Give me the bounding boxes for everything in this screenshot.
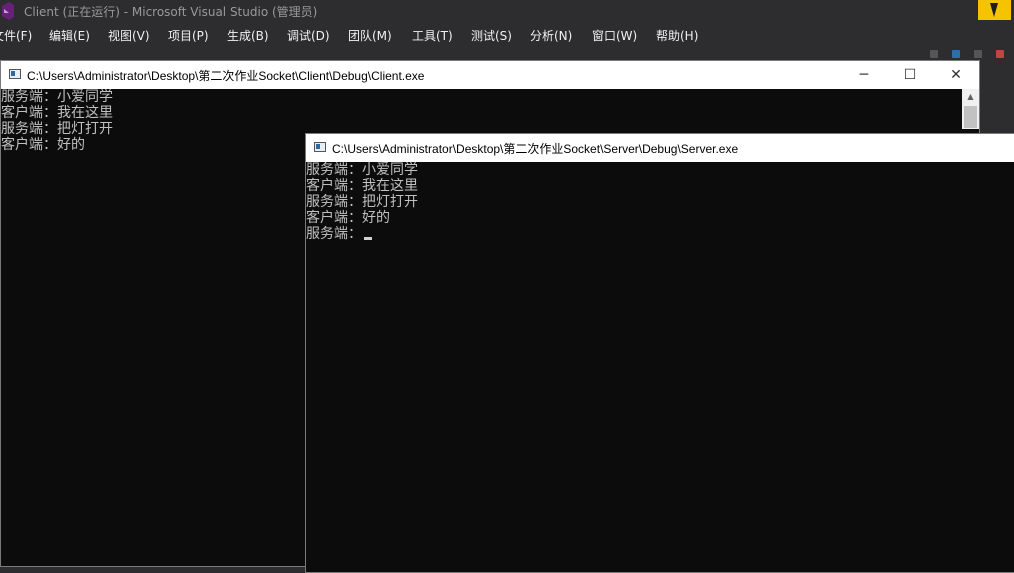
- console-line: 客户端：我在这里: [1, 105, 113, 121]
- visual-studio-logo-icon: [2, 2, 14, 20]
- menu-window[interactable]: 窗口(W): [592, 27, 637, 44]
- console-prompt-line[interactable]: 服务端：: [306, 226, 1014, 242]
- close-icon[interactable]: ✕: [933, 61, 979, 89]
- server-titlebar[interactable]: C:\Users\Administrator\Desktop\第二次作业Sock…: [306, 134, 1014, 162]
- client-window-title: C:\Users\Administrator\Desktop\第二次作业Sock…: [27, 69, 425, 83]
- menu-debug[interactable]: 调试(D): [287, 27, 330, 44]
- menu-build[interactable]: 生成(B): [227, 27, 269, 44]
- client-titlebar[interactable]: C:\Users\Administrator\Desktop\第二次作业Sock…: [1, 61, 979, 89]
- menu-project[interactable]: 项目(P): [168, 27, 209, 44]
- menu-view[interactable]: 视图(V): [108, 27, 150, 44]
- maximize-icon[interactable]: ☐: [887, 61, 933, 89]
- console-line: 客户端：我在这里: [306, 178, 418, 194]
- vs-window-title: Client (正在运行) - Microsoft Visual Studio …: [24, 5, 318, 19]
- client-scrollbar[interactable]: ▲: [962, 89, 979, 129]
- vs-menubar: 文件(F) 编辑(E) 视图(V) 项目(P) 生成(B) 调试(D) 团队(M…: [0, 25, 1014, 47]
- menu-test[interactable]: 测试(S): [471, 27, 512, 44]
- minimize-icon[interactable]: ─: [841, 61, 887, 89]
- toolbar-button-icon[interactable]: [996, 50, 1004, 58]
- toolbar-button-icon[interactable]: [952, 50, 960, 58]
- server-console-window[interactable]: C:\Users\Administrator\Desktop\第二次作业Sock…: [305, 133, 1014, 573]
- console-prompt: 服务端：: [306, 226, 362, 242]
- menu-file[interactable]: 文件(F): [0, 27, 32, 44]
- vs-titlebar: Client (正在运行) - Microsoft Visual Studio …: [0, 0, 1014, 22]
- menu-tools[interactable]: 工具(T): [412, 27, 453, 44]
- server-console-output[interactable]: 服务端：小爱同学 客户端：我在这里 服务端：把灯打开 客户端：好的 服务端：: [306, 162, 1014, 572]
- menu-analyze[interactable]: 分析(N): [530, 27, 572, 44]
- notification-badge-icon[interactable]: [978, 0, 1011, 20]
- scrollbar-thumb[interactable]: [964, 106, 977, 128]
- console-app-icon: [314, 142, 326, 152]
- menu-team[interactable]: 团队(M): [348, 27, 392, 44]
- toolbar-button-icon[interactable]: [974, 50, 982, 58]
- console-line: 客户端：好的: [306, 210, 390, 226]
- server-window-title: C:\Users\Administrator\Desktop\第二次作业Sock…: [332, 142, 739, 156]
- menu-help[interactable]: 帮助(H): [656, 27, 698, 44]
- scroll-up-arrow-icon[interactable]: ▲: [962, 89, 979, 105]
- console-line: 服务端：小爱同学: [1, 89, 113, 105]
- console-line: 服务端：小爱同学: [306, 162, 418, 178]
- text-cursor: [364, 237, 372, 240]
- console-app-icon: [9, 69, 21, 79]
- console-line: 服务端：把灯打开: [306, 194, 418, 210]
- menu-edit[interactable]: 编辑(E): [49, 27, 90, 44]
- toolbar-button-icon[interactable]: [930, 50, 938, 58]
